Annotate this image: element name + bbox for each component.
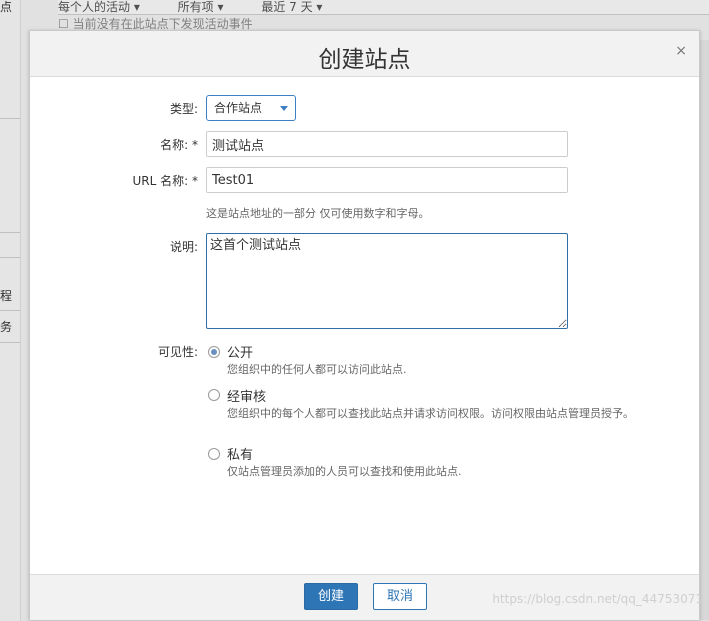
visibility-moderated-desc: 您组织中的每个人都可以查找此站点并请求访问权限。访问权限由站点管理员授予。 bbox=[227, 407, 634, 420]
visibility-public-desc: 您组织中的任何人都可以访问此站点. bbox=[227, 363, 407, 376]
create-site-dialog: 创建站点 × 类型: 合作站点 名称: * URL 名称: * 这是站点地址的一… bbox=[29, 30, 700, 620]
name-input[interactable] bbox=[206, 131, 568, 157]
visibility-private-desc: 仅站点管理员添加的人员可以查找和使用此站点. bbox=[227, 465, 462, 478]
cancel-button[interactable]: 取消 bbox=[373, 583, 427, 610]
close-icon[interactable]: × bbox=[675, 43, 687, 59]
name-label: 名称: * bbox=[160, 138, 198, 152]
visibility-moderated-label[interactable]: 经审核 bbox=[227, 386, 266, 405]
visibility-public-radio[interactable] bbox=[208, 346, 220, 358]
visibility-private-radio[interactable] bbox=[208, 448, 220, 460]
watermark: https://blog.csdn.net/qq_44753071 bbox=[492, 592, 703, 606]
url-name-label: URL 名称: * bbox=[132, 174, 198, 188]
dialog-title: 创建站点 bbox=[318, 47, 411, 73]
url-name-input[interactable] bbox=[206, 167, 568, 193]
url-name-hint: 这是站点地址的一部分 仅可使用数字和字母。 bbox=[206, 207, 430, 220]
type-select-value: 合作站点 bbox=[214, 101, 263, 115]
chevron-down-icon bbox=[280, 106, 288, 111]
type-select[interactable]: 合作站点 bbox=[206, 95, 296, 121]
visibility-moderated-radio[interactable] bbox=[208, 389, 220, 401]
visibility-private-label[interactable]: 私有 bbox=[227, 444, 253, 463]
visibility-public-label[interactable]: 公开 bbox=[227, 342, 253, 361]
description-label: 说明: bbox=[169, 240, 198, 254]
dialog-header: 创建站点 × bbox=[30, 31, 699, 77]
description-textarea[interactable]: 这首个测试站点 bbox=[206, 233, 568, 329]
visibility-label: 可见性: bbox=[157, 345, 198, 359]
type-label: 类型: bbox=[169, 102, 198, 116]
create-button[interactable]: 创建 bbox=[304, 583, 358, 610]
